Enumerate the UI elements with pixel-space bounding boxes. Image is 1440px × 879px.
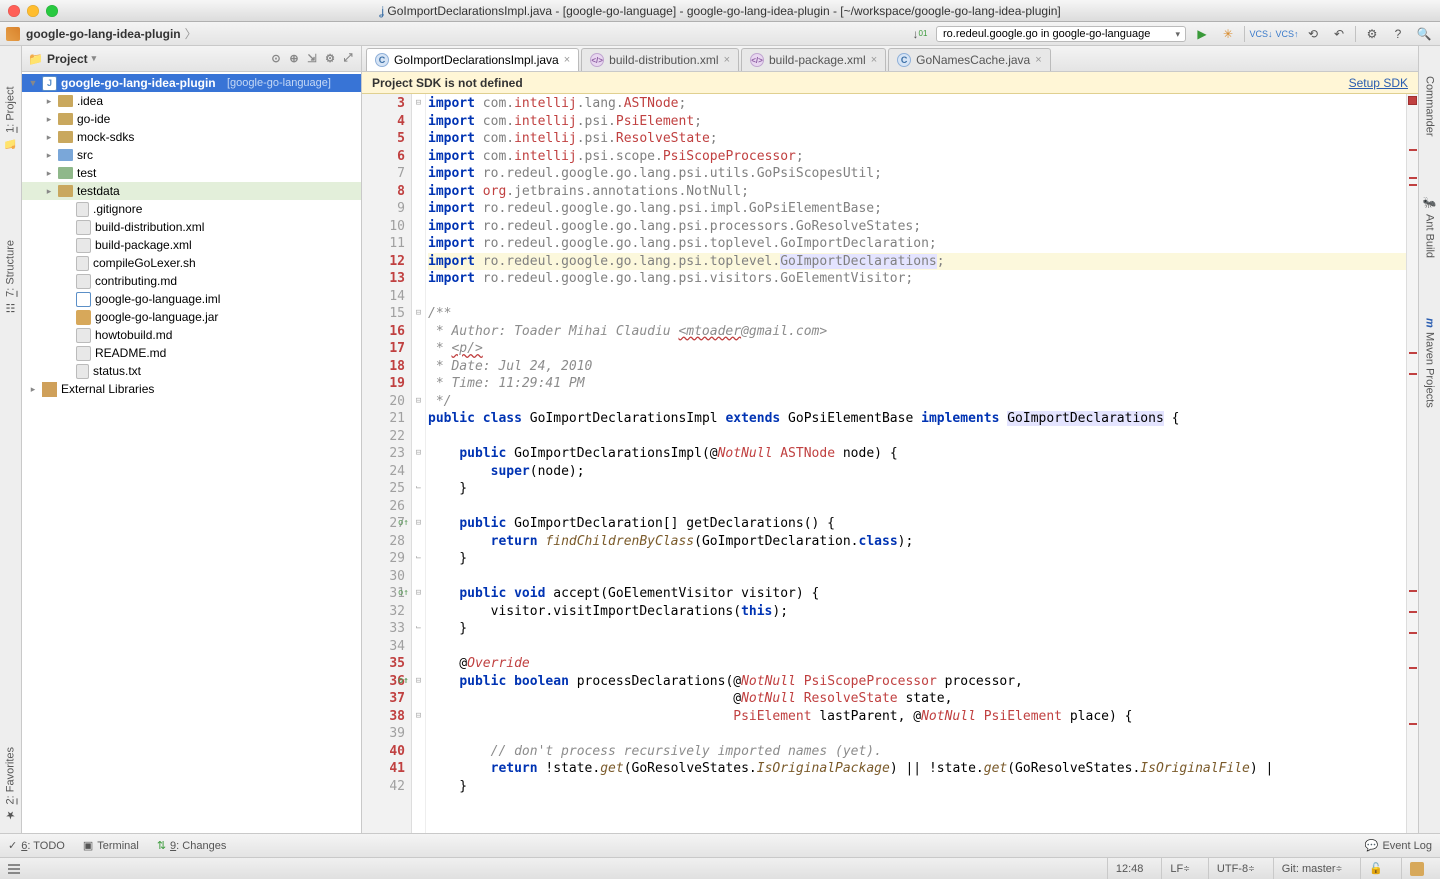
editor-tab[interactable]: CGoImportDeclarationsImpl.java×: [366, 48, 579, 71]
project-icon: [6, 27, 20, 41]
todo-tool-button[interactable]: ✓6: TODO: [8, 839, 65, 852]
fold-column[interactable]: ⊟⊟⊟⊟⌙⊟⌙⊟⌙⊟⊟: [412, 94, 426, 833]
editor-tab[interactable]: </>build-distribution.xml×: [581, 48, 739, 71]
structure-tool-button[interactable]: ☷7: Structure: [4, 240, 17, 314]
autoscroll-to-source-icon[interactable]: ⊙: [269, 52, 283, 66]
vcs-commit-button[interactable]: VCS↑: [1277, 25, 1297, 43]
status-bar: 12:48 LF ≑ UTF-8 ≑ Git: master ≑ 🔓: [0, 857, 1440, 879]
terminal-tool-button[interactable]: ▣Terminal: [83, 839, 139, 852]
vcs-update-button[interactable]: VCS↓: [1251, 25, 1271, 43]
window-title: ʝ GoImportDeclarationsImpl.java - [googl…: [0, 4, 1440, 18]
help-button[interactable]: ?: [1388, 25, 1408, 43]
favorites-tool-button[interactable]: ★2: Favorites: [4, 747, 17, 821]
file-node[interactable]: howtobuild.md: [22, 326, 361, 344]
changes-tool-button[interactable]: ⇅9: Changes: [157, 839, 227, 852]
close-window-button[interactable]: [8, 5, 20, 17]
run-button[interactable]: ▶: [1192, 25, 1212, 43]
editor-tabs: CGoImportDeclarationsImpl.java×</>build-…: [362, 46, 1418, 72]
folder-node[interactable]: ▸.idea: [22, 92, 361, 110]
search-everywhere-button[interactable]: 🔍: [1414, 25, 1434, 43]
file-node[interactable]: contributing.md: [22, 272, 361, 290]
file-node[interactable]: compileGoLexer.sh: [22, 254, 361, 272]
left-tool-stripe: 📁1: Project ☷7: Structure ★2: Favorites: [0, 46, 22, 833]
sdk-warning-bar: Project SDK is not defined Setup SDK: [362, 72, 1418, 94]
folder-node[interactable]: ▸testdata: [22, 182, 361, 200]
collapse-all-icon[interactable]: ⇲: [305, 52, 319, 66]
folder-node[interactable]: ▸mock-sdks: [22, 128, 361, 146]
breadcrumb[interactable]: google-go-lang-idea-plugin〉: [26, 25, 201, 42]
file-node[interactable]: build-distribution.xml: [22, 218, 361, 236]
line-separator[interactable]: LF ≑: [1161, 858, 1198, 879]
editor-area: CGoImportDeclarationsImpl.java×</>build-…: [362, 46, 1418, 833]
autoscroll-from-source-icon[interactable]: ⊕: [287, 52, 301, 66]
error-indicator-icon[interactable]: [1408, 96, 1417, 105]
folder-node[interactable]: ▸src: [22, 146, 361, 164]
external-libraries-node[interactable]: ▸External Libraries: [22, 380, 361, 398]
project-root-node[interactable]: ▼J google-go-lang-idea-plugin [google-go…: [22, 74, 361, 92]
close-tab-icon[interactable]: ×: [871, 54, 877, 66]
close-tab-icon[interactable]: ×: [564, 54, 570, 66]
project-panel-header: 📁Project ▾ ⊙ ⊕ ⇲ ⚙ ⤢: [22, 46, 361, 72]
code-editor[interactable]: import com.intellij.lang.ASTNode;import …: [426, 94, 1406, 833]
settings-button[interactable]: ⚙: [1362, 25, 1382, 43]
event-log-button[interactable]: 💬Event Log: [1365, 839, 1432, 852]
main-toolbar: google-go-lang-idea-plugin〉 ↓01 ro.redeu…: [0, 22, 1440, 46]
make-project-button[interactable]: ↓01: [910, 25, 930, 43]
editor-tab[interactable]: CGoNamesCache.java×: [888, 48, 1051, 71]
file-node[interactable]: status.txt: [22, 362, 361, 380]
file-node[interactable]: .gitignore: [22, 200, 361, 218]
maven-tool-button[interactable]: mMaven Projects: [1424, 318, 1436, 408]
project-tool-button[interactable]: 📁1: Project: [4, 86, 17, 150]
editor-tab[interactable]: </>build-package.xml×: [741, 48, 886, 71]
tool-windows-icon[interactable]: [8, 864, 20, 874]
project-tree[interactable]: ▼J google-go-lang-idea-plugin [google-go…: [22, 72, 361, 833]
project-panel-title: Project: [47, 52, 88, 66]
file-node[interactable]: README.md: [22, 344, 361, 362]
line-number-gutter[interactable]: 3456789101112131415161718192021222324252…: [362, 94, 412, 833]
folder-node[interactable]: ▸go-ide: [22, 110, 361, 128]
debug-button[interactable]: ✳: [1218, 25, 1238, 43]
bottom-tool-stripe: ✓6: TODO ▣Terminal ⇅9: Changes 💬Event Lo…: [0, 833, 1440, 857]
file-node[interactable]: google-go-language.jar: [22, 308, 361, 326]
error-stripe[interactable]: [1406, 94, 1418, 833]
settings-icon[interactable]: ⚙: [323, 52, 337, 66]
file-node[interactable]: build-package.xml: [22, 236, 361, 254]
folder-node[interactable]: ▸test: [22, 164, 361, 182]
file-encoding[interactable]: UTF-8 ≑: [1208, 858, 1263, 879]
hide-icon[interactable]: ⤢: [341, 52, 355, 66]
minimize-window-button[interactable]: [27, 5, 39, 17]
zoom-window-button[interactable]: [46, 5, 58, 17]
close-tab-icon[interactable]: ×: [724, 54, 730, 66]
setup-sdk-link[interactable]: Setup SDK: [1349, 76, 1408, 90]
inspections-profile[interactable]: [1401, 858, 1432, 879]
vcs-history-button[interactable]: ⟲: [1303, 25, 1323, 43]
ant-build-tool-button[interactable]: 🐜Ant Build: [1423, 197, 1436, 258]
project-tool-window: 📁Project ▾ ⊙ ⊕ ⇲ ⚙ ⤢ ▼J google-go-lang-i…: [22, 46, 362, 833]
read-only-toggle[interactable]: 🔓: [1360, 858, 1391, 879]
close-tab-icon[interactable]: ×: [1035, 54, 1041, 66]
file-node[interactable]: google-go-language.iml: [22, 290, 361, 308]
commander-tool-button[interactable]: Commander: [1424, 76, 1436, 137]
cursor-position[interactable]: 12:48: [1107, 858, 1152, 879]
run-configuration-select[interactable]: ro.redeul.google.go in google-go-languag…: [936, 26, 1186, 42]
window-titlebar: ʝ GoImportDeclarationsImpl.java - [googl…: [0, 0, 1440, 22]
notification-text: Project SDK is not defined: [372, 76, 523, 90]
git-branch[interactable]: Git: master ≑: [1273, 858, 1351, 879]
right-tool-stripe: Commander 🐜Ant Build mMaven Projects: [1418, 46, 1440, 833]
vcs-revert-button[interactable]: ↶: [1329, 25, 1349, 43]
